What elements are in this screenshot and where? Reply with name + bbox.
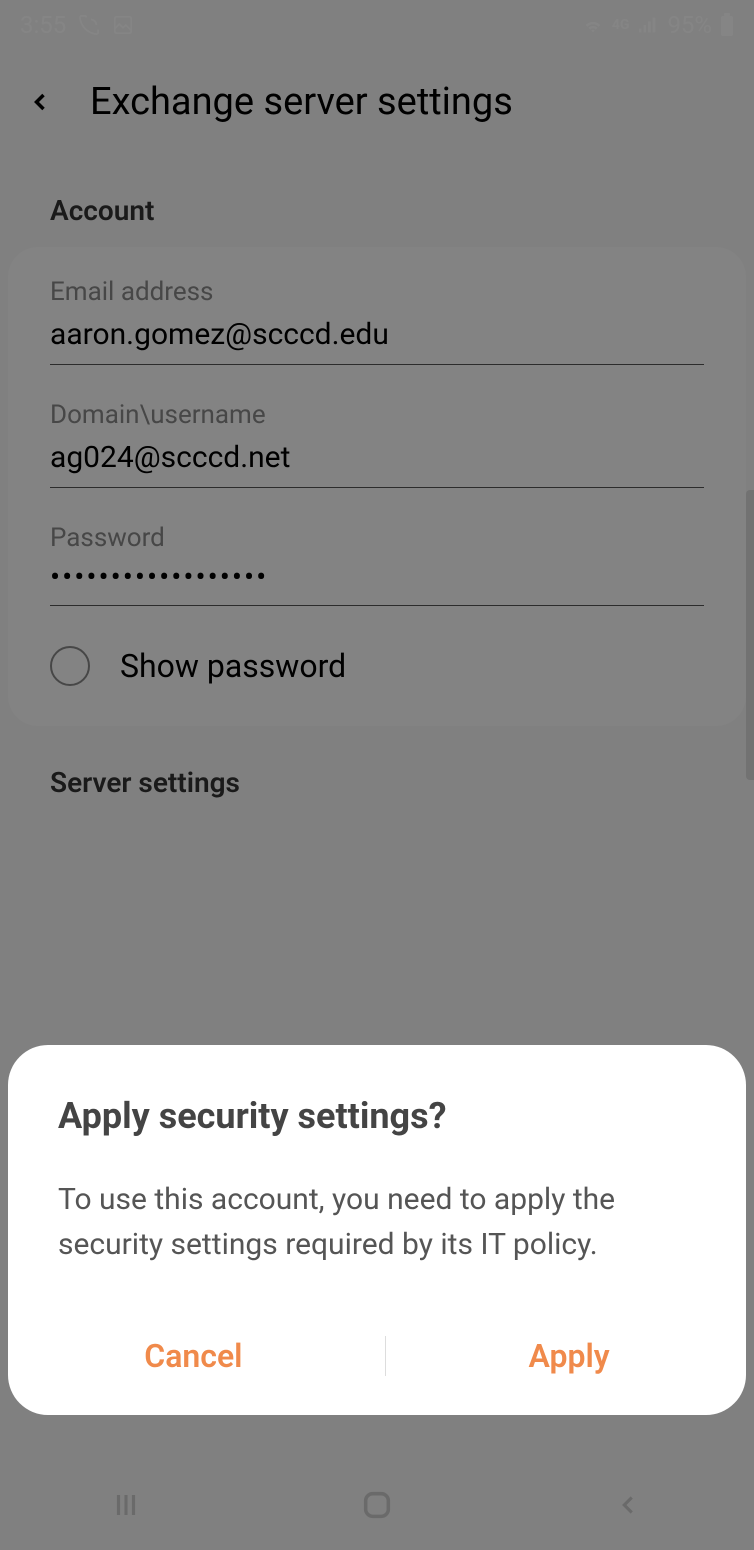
apply-button[interactable]: Apply <box>499 1327 640 1385</box>
nav-back-button[interactable] <box>598 1475 658 1535</box>
cancel-button[interactable]: Cancel <box>114 1327 272 1385</box>
status-right: 4G 95% <box>582 11 734 39</box>
scroll-indicator[interactable] <box>746 490 754 780</box>
nav-bar <box>0 1460 754 1550</box>
4g-icon: 4G <box>612 17 630 33</box>
signal-icon <box>637 14 659 36</box>
dialog-body: To use this account, you need to apply t… <box>58 1177 696 1267</box>
status-bar: 3:55 4G 95% <box>0 0 754 50</box>
domain-field-container: Domain\username ag024@scccd.net <box>50 400 704 488</box>
show-password-label: Show password <box>120 647 346 685</box>
wifi-icon <box>582 14 604 36</box>
password-label: Password <box>50 523 704 553</box>
battery-icon <box>720 13 734 37</box>
show-password-radio[interactable] <box>50 646 90 686</box>
domain-field[interactable]: ag024@scccd.net <box>50 440 704 488</box>
back-button[interactable] <box>20 82 60 122</box>
account-card: Email address aaron.gomez@scccd.edu Doma… <box>8 247 746 726</box>
image-icon <box>112 14 134 36</box>
email-field[interactable]: aaron.gomez@scccd.edu <box>50 317 704 365</box>
status-time: 3:55 <box>20 11 66 39</box>
account-section-label: Account <box>0 154 754 247</box>
page-title: Exchange server settings <box>90 80 513 124</box>
email-field-container: Email address aaron.gomez@scccd.edu <box>50 277 704 365</box>
show-password-row[interactable]: Show password <box>50 646 704 686</box>
home-button[interactable] <box>347 1475 407 1535</box>
wifi-calling-icon <box>78 14 100 36</box>
recents-button[interactable] <box>96 1475 156 1535</box>
status-left: 3:55 <box>20 11 134 39</box>
email-label: Email address <box>50 277 704 307</box>
page-header: Exchange server settings <box>0 50 754 154</box>
security-dialog: Apply security settings? To use this acc… <box>8 1045 746 1415</box>
battery-percent: 95% <box>667 11 712 39</box>
dialog-title: Apply security settings? <box>58 1095 696 1137</box>
password-field-container: Password •••••••••••••••••• <box>50 523 704 606</box>
server-section-label: Server settings <box>0 726 754 819</box>
dialog-actions: Cancel Apply <box>58 1327 696 1385</box>
domain-label: Domain\username <box>50 400 704 430</box>
password-field[interactable]: •••••••••••••••••• <box>50 563 704 606</box>
dialog-divider <box>385 1336 386 1376</box>
